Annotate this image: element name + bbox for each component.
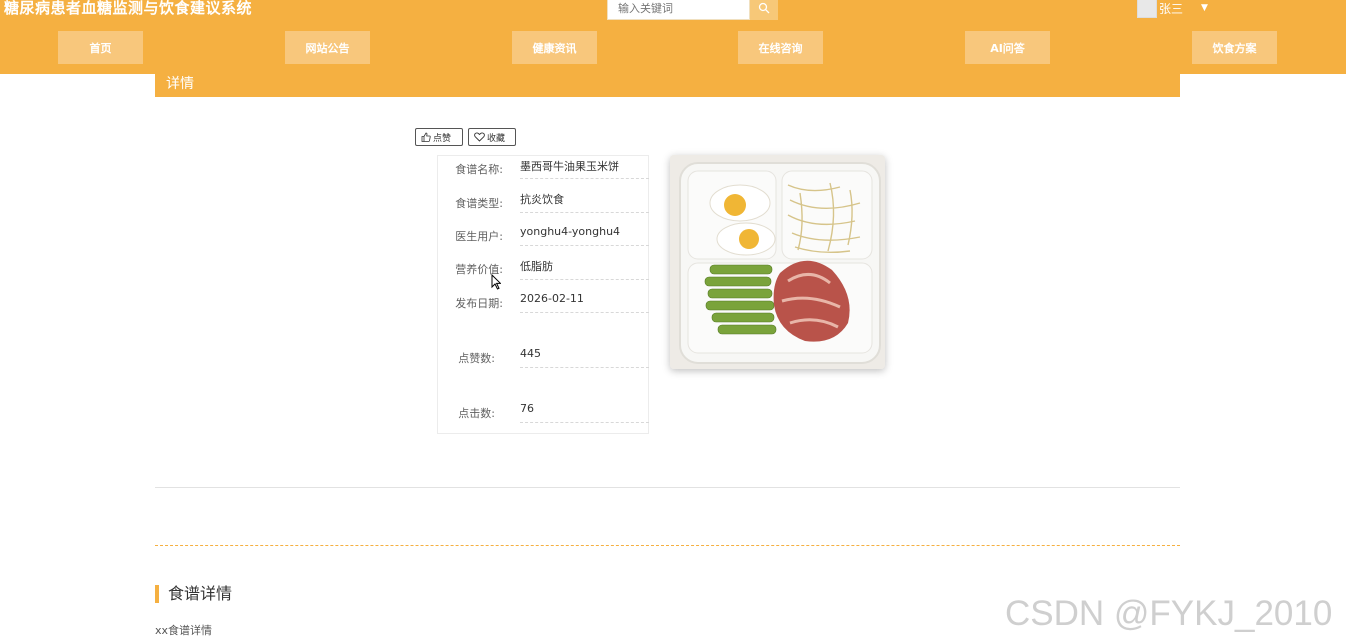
label-recipe-type: 食谱类型: bbox=[455, 197, 503, 210]
nav-ai-qa[interactable]: AI问答 bbox=[965, 31, 1050, 64]
nav-online-consult[interactable]: 在线咨询 bbox=[738, 31, 823, 64]
value-recipe-type: 抗炎饮食 bbox=[520, 191, 649, 213]
search-input[interactable] bbox=[616, 0, 750, 20]
avatar[interactable] bbox=[1137, 0, 1157, 18]
search-button[interactable] bbox=[750, 0, 778, 20]
detail-header: 详情 bbox=[155, 74, 1180, 97]
dashed-divider bbox=[155, 545, 1180, 546]
favorite-label: 收藏 bbox=[487, 133, 506, 144]
like-label: 点赞 bbox=[433, 133, 452, 144]
recipe-image bbox=[670, 155, 885, 369]
top-header: 糖尿病患者血糖监测与饮食建议系统 张三 ▼ 首页 网站公告 健康资讯 在线咨询 … bbox=[0, 0, 1346, 74]
value-doctor-user: yonghu4-yonghu4 bbox=[520, 225, 649, 246]
value-publish-date: 2026-02-11 bbox=[520, 292, 649, 313]
nav-home[interactable]: 首页 bbox=[58, 31, 143, 64]
label-recipe-name: 食谱名称: bbox=[455, 163, 503, 176]
value-click-count: 76 bbox=[520, 402, 649, 423]
value-recipe-name: 墨西哥牛油果玉米饼 bbox=[520, 158, 649, 179]
nav-diet-plan[interactable]: 饮食方案 bbox=[1192, 31, 1277, 64]
content-divider bbox=[155, 487, 1180, 488]
search-box bbox=[607, 0, 750, 20]
value-nutrition-value: 低脂肪 bbox=[520, 258, 649, 280]
caret-down-icon[interactable]: ▼ bbox=[1201, 3, 1208, 13]
label-publish-date: 发布日期: bbox=[455, 297, 503, 310]
watermark: CSDN @FYKJ_2010 bbox=[1005, 594, 1333, 633]
site-title: 糖尿病患者血糖监测与饮食建议系统 bbox=[4, 0, 253, 17]
detail-title: 详情 bbox=[166, 76, 194, 92]
label-like-count: 点赞数: bbox=[458, 352, 495, 365]
heart-icon bbox=[474, 132, 485, 142]
recipe-detail-text: xx食谱详情 bbox=[155, 624, 213, 637]
nav-health-news[interactable]: 健康资讯 bbox=[512, 31, 597, 64]
value-like-count: 445 bbox=[520, 347, 649, 368]
label-click-count: 点击数: bbox=[458, 407, 495, 420]
like-button[interactable]: 点赞 bbox=[415, 128, 463, 146]
favorite-button[interactable]: 收藏 bbox=[468, 128, 516, 146]
user-name[interactable]: 张三 bbox=[1159, 0, 1183, 17]
label-doctor-user: 医生用户: bbox=[455, 230, 503, 243]
nav-announcements[interactable]: 网站公告 bbox=[285, 31, 370, 64]
recipe-detail-heading: 食谱详情 bbox=[155, 585, 232, 603]
user-menu[interactable]: 张三 ▼ bbox=[1137, 0, 1208, 18]
thumbs-up-icon bbox=[421, 132, 431, 142]
mouse-cursor-icon bbox=[491, 274, 501, 290]
search-icon bbox=[758, 2, 770, 14]
